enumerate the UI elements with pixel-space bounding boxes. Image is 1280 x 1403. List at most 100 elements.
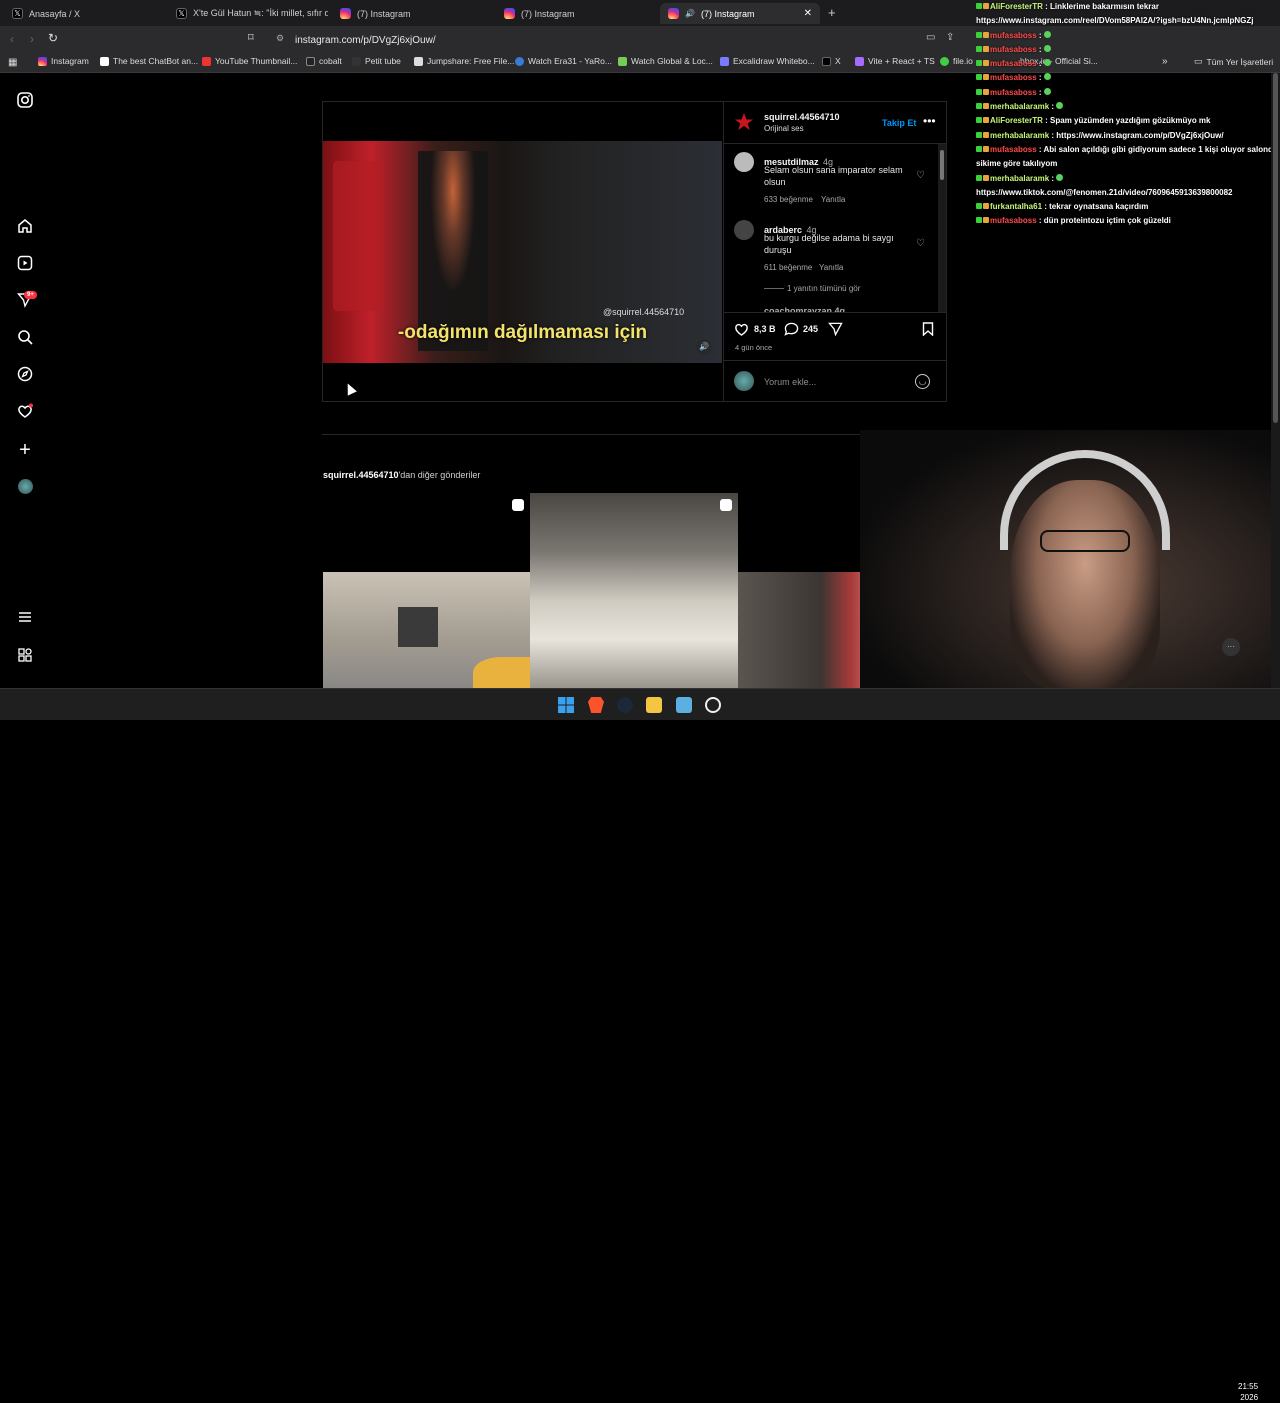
chat-badge-icon xyxy=(976,174,982,181)
like-comment-heart-icon[interactable]: ♡ xyxy=(916,170,925,181)
browser-tab[interactable]: 𝕏 Anasayfa / X xyxy=(4,3,164,24)
windows-start-icon[interactable] xyxy=(558,697,574,713)
instagram-icon xyxy=(504,8,515,19)
comments-count[interactable]: 245 xyxy=(803,324,818,334)
chat-separator: : xyxy=(1036,44,1044,54)
bookmark-item[interactable]: Watch Global & Loc... xyxy=(618,56,713,66)
bookmark-item[interactable]: file.io xyxy=(940,56,973,66)
menu-icon[interactable] xyxy=(16,609,34,627)
reply-link[interactable]: Yanıtla xyxy=(821,195,845,204)
share-icon[interactable]: ⇪ xyxy=(946,32,954,43)
chat-badge-icon xyxy=(983,117,989,124)
new-tab-button[interactable]: + xyxy=(828,5,836,20)
chat-message: mufasaboss : xyxy=(976,71,1280,85)
more-icon[interactable]: ··· xyxy=(1222,638,1240,656)
home-icon[interactable] xyxy=(16,218,34,236)
current-user-avatar xyxy=(734,371,754,391)
page-scrollbar[interactable] xyxy=(1271,73,1280,688)
like-comment-heart-icon[interactable]: ♡ xyxy=(916,238,925,249)
view-replies-link[interactable]: 1 yanıtın tümünü gör xyxy=(787,284,860,293)
notifications-heart-icon[interactable] xyxy=(16,403,34,421)
avatar[interactable] xyxy=(734,220,754,240)
explore-icon[interactable] xyxy=(16,366,34,384)
like-heart-icon[interactable] xyxy=(734,322,749,341)
file-explorer-icon[interactable] xyxy=(646,697,662,713)
x-logo-icon: 𝕏 xyxy=(176,8,187,19)
bookmark-item[interactable]: Watch Era31 - YaRo... xyxy=(515,56,612,66)
back-icon[interactable]: ‹ xyxy=(10,32,14,46)
also-from-meta-icon[interactable] xyxy=(16,647,34,665)
more-posts-username[interactable]: squirrel.44564710 xyxy=(323,470,399,480)
browser-tab-active[interactable]: 🔊 (7) Instagram ✕ xyxy=(660,3,820,24)
bookmark-item[interactable]: Vite + React + TS xyxy=(855,56,935,66)
chat-emote-icon xyxy=(1056,173,1064,181)
comment-likes[interactable]: 611 beğenme xyxy=(764,263,812,272)
more-options-icon[interactable]: ••• xyxy=(923,114,936,128)
author-username[interactable]: squirrel.44564710 xyxy=(764,112,840,122)
chat-text: dün proteintozu içtim çok güzeldi xyxy=(1043,216,1171,226)
comments-scrollbar[interactable] xyxy=(938,144,946,312)
profile-avatar[interactable] xyxy=(16,479,34,497)
emoji-icon[interactable]: ◡ xyxy=(915,374,930,389)
chat-message: sikime göre takılıyom xyxy=(976,157,1280,171)
reels-icon[interactable] xyxy=(16,255,34,273)
close-icon[interactable]: ✕ xyxy=(804,8,812,19)
app-icon[interactable] xyxy=(705,697,721,713)
bookmark-item[interactable]: Petit tube xyxy=(352,56,401,66)
reel-icon xyxy=(720,499,732,511)
author-avatar[interactable] xyxy=(734,112,754,132)
post-side-panel: squirrel.44564710 Orijinal ses Takip Et … xyxy=(723,102,947,401)
chat-username: AliForesterTR xyxy=(990,116,1043,126)
browser-tab[interactable]: (7) Instagram xyxy=(496,3,656,24)
create-icon[interactable]: + xyxy=(16,440,34,460)
instagram-logo-icon[interactable] xyxy=(16,92,34,110)
chat-username: furkantalha61 xyxy=(990,202,1043,212)
bookmark-item[interactable]: cobalt xyxy=(306,56,342,66)
chat-badge-icon xyxy=(983,60,989,67)
chat-text: https://www.instagram.com/reel/DVom58PAI… xyxy=(976,16,1254,26)
steam-icon[interactable] xyxy=(617,697,633,713)
search-icon[interactable] xyxy=(16,329,34,347)
photos-icon[interactable] xyxy=(676,697,692,713)
audio-label[interactable]: Orijinal ses xyxy=(764,124,804,133)
globe-icon xyxy=(515,56,524,66)
chat-badge-icon xyxy=(983,203,989,210)
grid-post[interactable] xyxy=(530,493,738,688)
chat-badge-icon xyxy=(976,103,982,110)
brave-browser-icon[interactable] xyxy=(588,697,604,713)
comment-icon[interactable] xyxy=(784,322,799,341)
reply-link[interactable]: Yanıtla xyxy=(819,263,843,272)
follow-button[interactable]: Takip Et xyxy=(882,118,916,128)
avatar[interactable] xyxy=(734,152,754,172)
chat-badge-icon xyxy=(983,74,989,81)
chat-separator: : xyxy=(1036,87,1044,97)
comment-likes[interactable]: 633 beğenme xyxy=(764,195,813,204)
bookmark-item[interactable]: Jumpshare: Free File... xyxy=(414,56,514,66)
url-field[interactable]: instagram.com/p/DVgZj6xjOuw/ xyxy=(272,30,912,50)
bookmark-page-icon[interactable]: ⌑ xyxy=(248,31,254,44)
browser-tab[interactable]: (7) Instagram xyxy=(332,3,492,24)
bookmark-item[interactable]: The best ChatBot an... xyxy=(100,56,198,66)
chat-badge-icon xyxy=(976,88,982,95)
bookmark-item[interactable]: Instagram xyxy=(38,56,89,66)
vending-machine xyxy=(333,161,383,311)
apps-grid-icon[interactable]: ▦ xyxy=(8,57,17,68)
grid-post[interactable] xyxy=(323,493,530,688)
cast-icon[interactable]: ▭ xyxy=(926,32,935,43)
video-watermark: @squirrel.44564710 xyxy=(603,307,685,317)
likes-count[interactable]: 8,3 B xyxy=(754,324,776,334)
forward-icon[interactable]: › xyxy=(30,32,34,46)
posted-time[interactable]: 4 gün önce xyxy=(735,343,772,352)
instagram-icon xyxy=(668,8,679,19)
bookmark-item[interactable]: Excalidraw Whitebo... xyxy=(720,56,815,66)
browser-tab[interactable]: 𝕏 X'te Gül Hatun ≒: "İki millet, sıfır d… xyxy=(168,3,328,24)
comment-input[interactable]: Yorum ekle... xyxy=(764,377,816,387)
bookmark-item[interactable]: YouTube Thumbnail... xyxy=(202,56,297,66)
system-clock[interactable]: 21:55 2026 xyxy=(1238,1381,1258,1403)
save-bookmark-icon[interactable] xyxy=(922,322,934,341)
reload-icon[interactable]: ↻ xyxy=(48,31,58,45)
chat-message: merhabalaramk : xyxy=(976,100,1280,114)
share-icon[interactable] xyxy=(828,322,843,341)
bookmark-item[interactable]: X xyxy=(822,56,841,66)
tab-title: Anasayfa / X xyxy=(29,8,81,19)
